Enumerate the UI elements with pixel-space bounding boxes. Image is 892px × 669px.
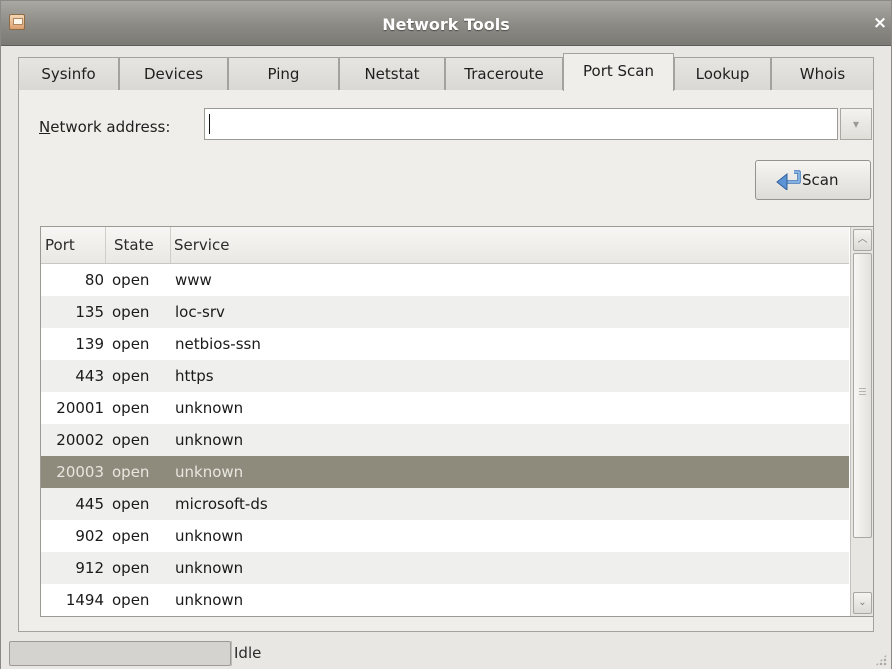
service-cell: unknown (175, 399, 244, 417)
status-bar: Idle (1, 637, 891, 669)
scrollbar-thumb[interactable] (853, 253, 872, 538)
service-cell: www (175, 271, 212, 289)
port-cell: 139 (75, 335, 104, 353)
scroll-up-icon[interactable]: ︿ (853, 229, 872, 251)
service-cell: unknown (175, 591, 244, 609)
service-cell: microsoft-ds (175, 495, 268, 513)
network-tools-window: Network Tools × Sysinfo Devices Ping Net… (0, 0, 892, 669)
service-cell: unknown (175, 463, 244, 481)
table-header: Port State Service (41, 227, 849, 264)
service-cell: netbios-ssn (175, 335, 261, 353)
tab-netstat[interactable]: Netstat (339, 57, 445, 90)
port-cell: 912 (75, 559, 104, 577)
port-cell: 20002 (56, 431, 104, 449)
tab-port-scan[interactable]: Port Scan (563, 53, 674, 91)
service-cell: loc-srv (175, 303, 225, 321)
port-cell: 443 (75, 367, 104, 385)
column-header-port[interactable]: Port (45, 227, 105, 263)
table-row[interactable]: 20003 open unknown (41, 456, 849, 488)
title-bar[interactable]: Network Tools × (1, 1, 891, 46)
state-cell: open (112, 303, 150, 321)
column-header-service[interactable]: Service (170, 227, 850, 263)
grip-icon (859, 388, 866, 395)
table-row[interactable]: 139 open netbios-ssn (41, 328, 849, 360)
state-cell: open (112, 559, 150, 577)
progress-bar (9, 641, 231, 666)
scan-button-label: Scan (802, 171, 839, 189)
port-cell: 1494 (65, 591, 104, 609)
return-arrow-icon (776, 170, 801, 190)
window-title: Network Tools (382, 15, 510, 34)
state-cell: open (112, 591, 150, 609)
chevron-down-icon[interactable]: ▾ (840, 108, 872, 140)
table-row[interactable]: 445 open microsoft-ds (41, 488, 849, 520)
service-cell: unknown (175, 559, 244, 577)
state-cell: open (112, 271, 150, 289)
state-cell: open (112, 367, 150, 385)
network-address-label: Network address: (39, 118, 170, 136)
table-row[interactable]: 902 open unknown (41, 520, 849, 552)
status-text: Idle (231, 641, 887, 666)
table-row[interactable]: 80 open www (41, 264, 849, 296)
network-address-label-text: etwork address: (50, 118, 171, 136)
service-cell: unknown (175, 431, 244, 449)
text-caret (209, 114, 210, 134)
tab-ping[interactable]: Ping (228, 57, 339, 90)
service-cell: unknown (175, 527, 244, 545)
port-cell: 135 (75, 303, 104, 321)
scan-button[interactable]: Scan (755, 160, 871, 200)
state-cell: open (112, 431, 150, 449)
tab-devices[interactable]: Devices (119, 57, 228, 90)
port-cell: 20003 (56, 463, 104, 481)
network-address-label-mnemonic: N (39, 118, 51, 136)
state-cell: open (112, 495, 150, 513)
column-header-state[interactable]: State (105, 227, 173, 263)
port-cell: 80 (84, 271, 104, 289)
tab-whois[interactable]: Whois (771, 57, 874, 90)
table-row[interactable]: 20001 open unknown (41, 392, 849, 424)
table-row[interactable]: 912 open unknown (41, 552, 849, 584)
state-cell: open (112, 527, 150, 545)
vertical-scrollbar[interactable]: ︿ ⌄ (850, 227, 873, 616)
tab-lookup[interactable]: Lookup (674, 57, 771, 90)
port-cell: 902 (75, 527, 104, 545)
port-cell: 445 (75, 495, 104, 513)
port-cell: 20001 (56, 399, 104, 417)
port-scan-results-table: Port State Service 80 open www 135 open loc-s… (40, 226, 874, 617)
table-row[interactable]: 20002 open unknown (41, 424, 849, 456)
table-row[interactable]: 1494 open unknown (41, 584, 849, 616)
tab-sysinfo[interactable]: Sysinfo (18, 57, 119, 90)
tab-traceroute[interactable]: Traceroute (445, 57, 563, 90)
state-cell: open (112, 399, 150, 417)
state-cell: open (112, 335, 150, 353)
close-icon[interactable]: × (871, 13, 889, 33)
scroll-down-icon[interactable]: ⌄ (853, 592, 872, 614)
service-cell: https (175, 367, 214, 385)
state-cell: open (112, 463, 150, 481)
table-row[interactable]: 135 open loc-srv (41, 296, 849, 328)
table-row[interactable]: 443 open https (41, 360, 849, 392)
tab-bar: Sysinfo Devices Ping Netstat Traceroute … (18, 53, 874, 91)
network-address-input[interactable] (204, 108, 838, 140)
